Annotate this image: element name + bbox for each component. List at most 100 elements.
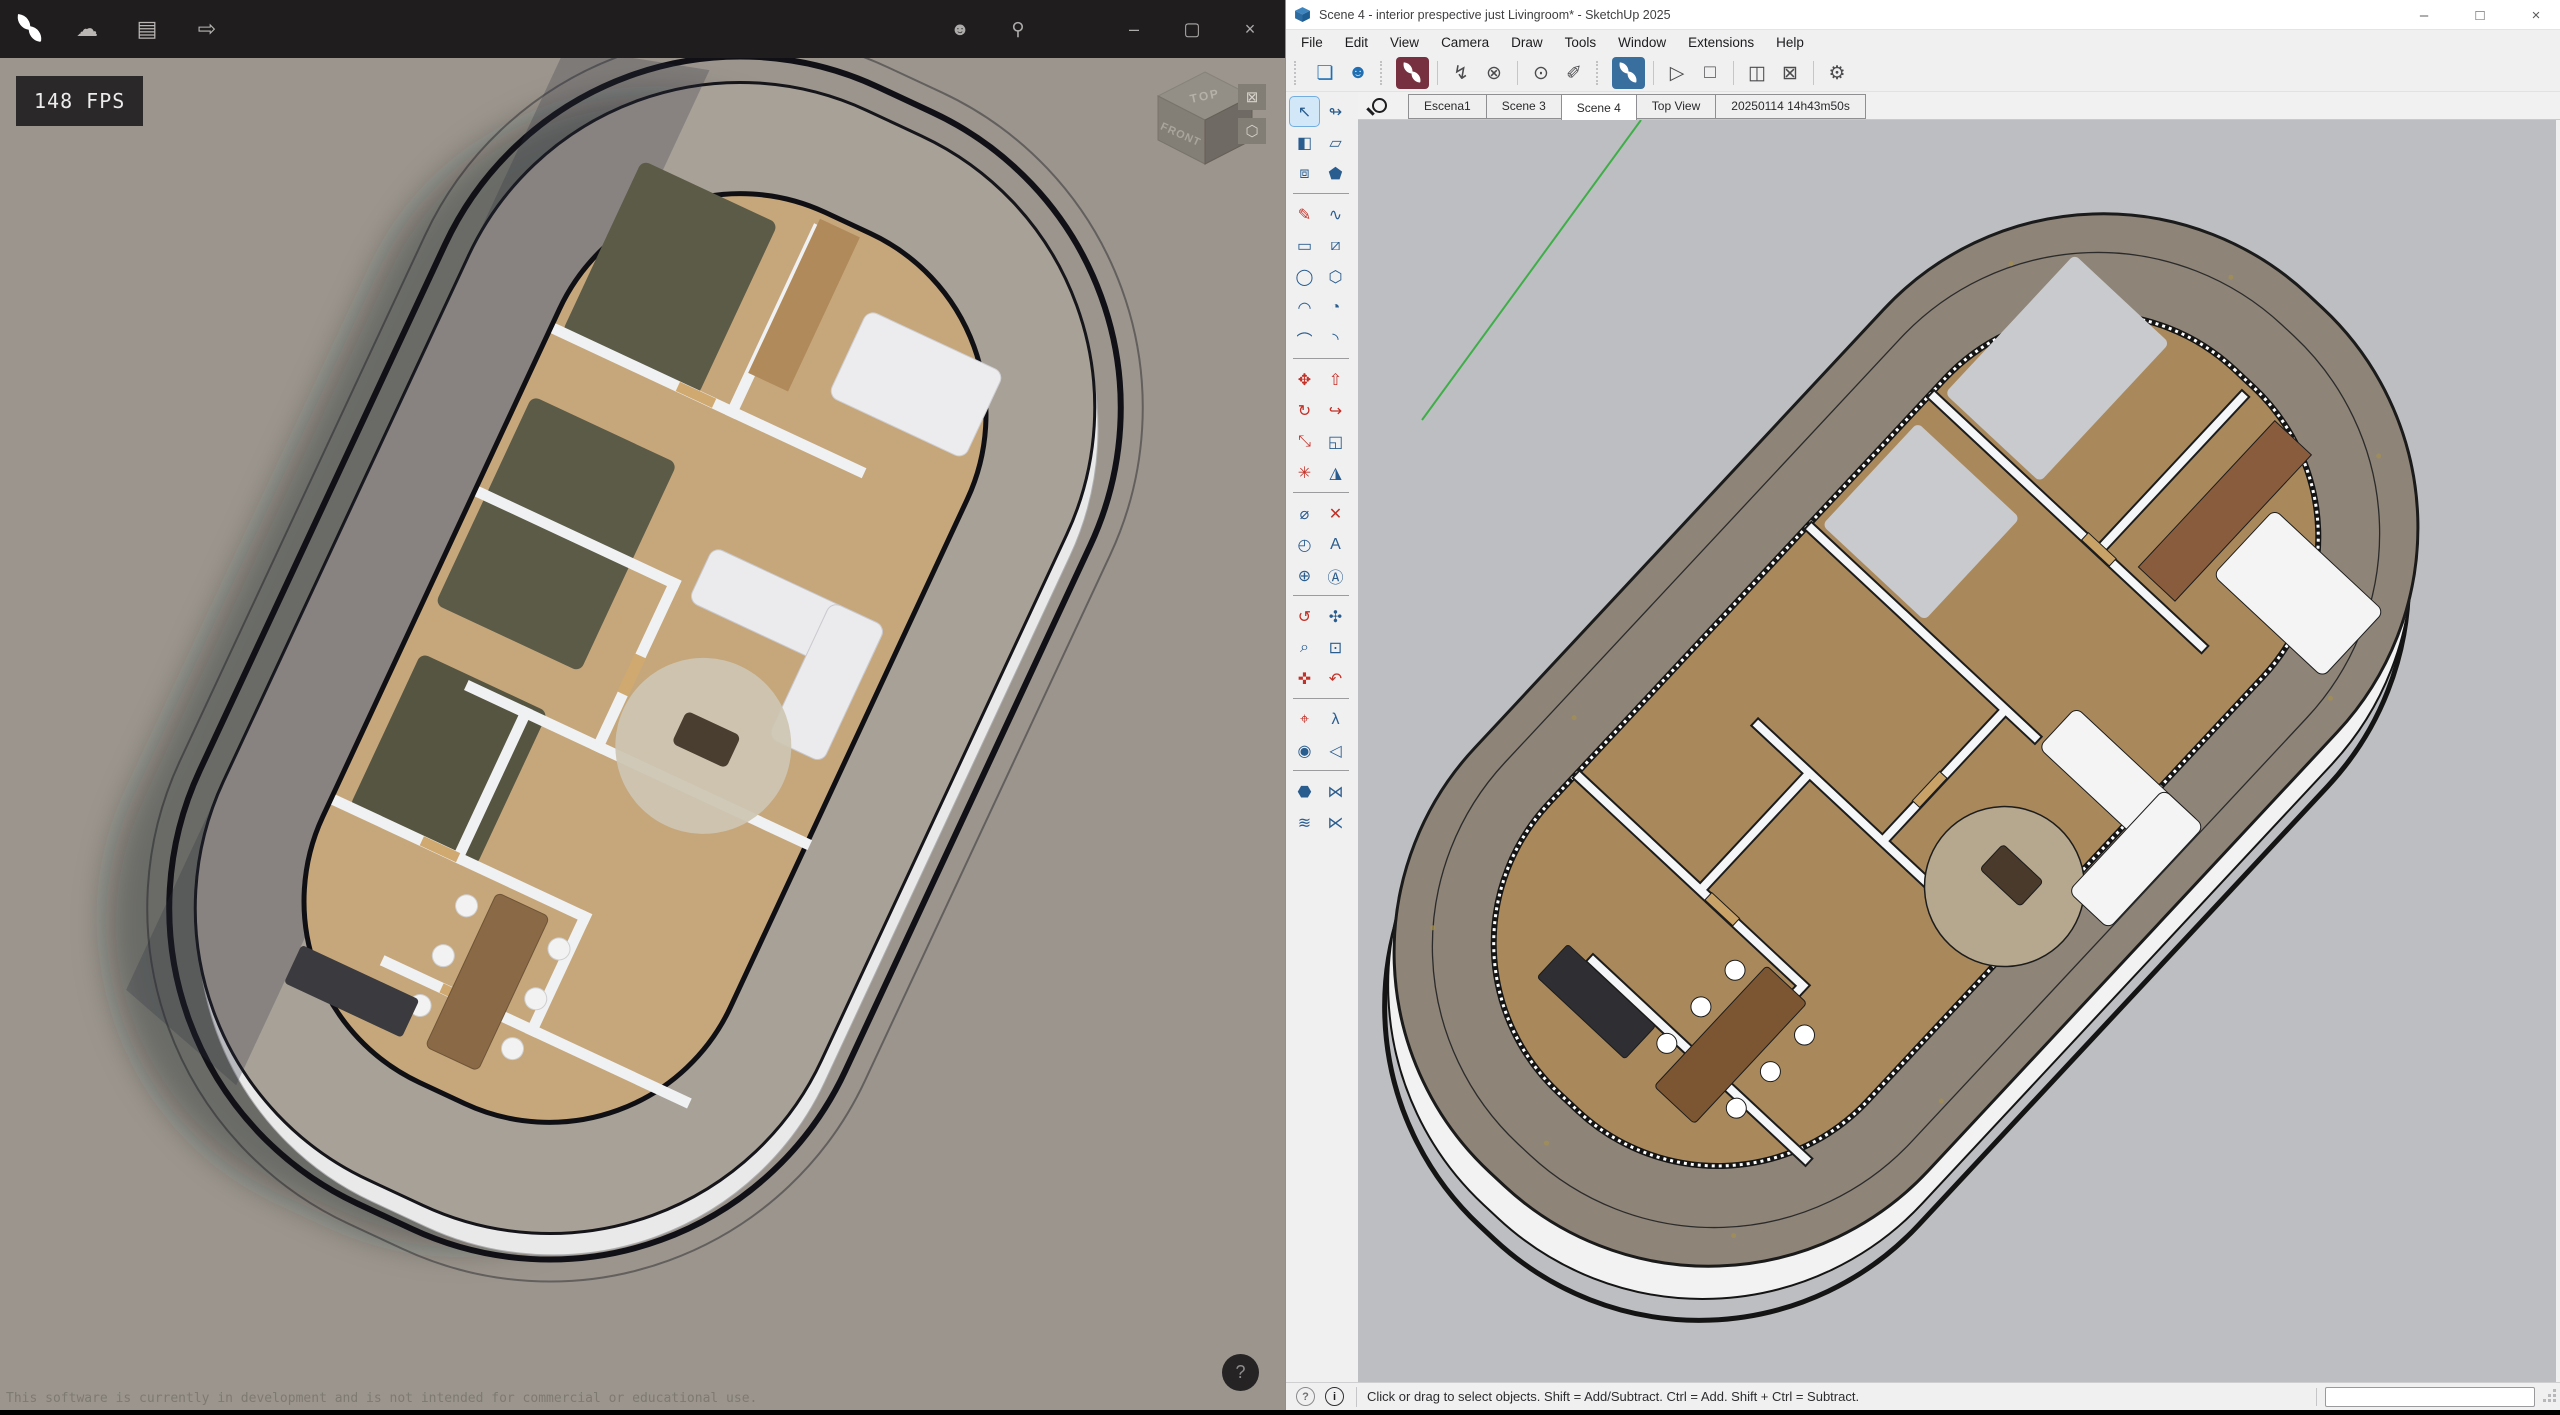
- menu-item[interactable]: View: [1379, 32, 1430, 53]
- polygon-tool[interactable]: ⬡: [1320, 261, 1351, 292]
- render-app-topbar: ☁ ▤ ⇨ ☻ ⚲ –▢ ×: [0, 0, 1285, 58]
- render-plugin-button[interactable]: [1396, 57, 1429, 89]
- image-export-icon[interactable]: ⇨: [190, 12, 224, 46]
- window-title: Scene 4 - interior prespective just Livi…: [1319, 8, 1671, 22]
- remove-camera-button[interactable]: ⊠: [1775, 58, 1805, 88]
- rotate-tool[interactable]: ↻: [1289, 395, 1320, 426]
- zoom-extents-tool[interactable]: ✜: [1289, 663, 1320, 694]
- arc-tool[interactable]: ◠: [1289, 292, 1320, 323]
- flip-tool[interactable]: ◮: [1320, 457, 1351, 488]
- new-document-button[interactable]: ❏: [1310, 58, 1340, 88]
- offset-tool[interactable]: ◱: [1320, 426, 1351, 457]
- mesh-settings-tool[interactable]: ⋉: [1320, 807, 1351, 838]
- minimize-icon[interactable]: –: [1117, 12, 1151, 46]
- weather-icon[interactable]: ☁: [70, 12, 104, 46]
- app-logo-icon[interactable]: [16, 14, 46, 44]
- play-button[interactable]: ▷: [1662, 58, 1692, 88]
- axes-tool[interactable]: ✳: [1289, 457, 1320, 488]
- resize-grip[interactable]: [2543, 1399, 2546, 1402]
- image-adjust-icon[interactable]: ▤: [130, 12, 164, 46]
- isometric-view-button[interactable]: ⬡: [1238, 118, 1266, 144]
- previous-view-tool[interactable]: ↶: [1320, 663, 1351, 694]
- three-d-text-tool[interactable]: Ⓐ: [1320, 560, 1351, 591]
- circle-tool[interactable]: ◯: [1289, 261, 1320, 292]
- add-collaborator-button[interactable]: ☻: [1343, 58, 1373, 88]
- pan-tool[interactable]: ✣: [1320, 601, 1351, 632]
- rendered-floorplan: [0, 58, 1285, 1410]
- rectangle-tool[interactable]: ▭: [1289, 230, 1320, 261]
- layers-export-tool[interactable]: ≋: [1289, 807, 1320, 838]
- scene-tab[interactable]: Scene 4: [1561, 94, 1637, 120]
- look-around-tool[interactable]: ◉: [1289, 735, 1320, 766]
- zoom-window-tool[interactable]: ⊡: [1320, 632, 1351, 663]
- model-viewport[interactable]: [1358, 120, 2557, 1382]
- menu-item[interactable]: Tools: [1554, 32, 1608, 53]
- close-icon[interactable]: ×: [2526, 7, 2546, 24]
- scene-tab[interactable]: Scene 3: [1486, 94, 1562, 119]
- brush-button[interactable]: ✐: [1559, 58, 1589, 88]
- follow-me-tool[interactable]: ↪: [1320, 395, 1351, 426]
- north-arrow-tool[interactable]: ⊕: [1289, 560, 1320, 591]
- search-scenes-icon[interactable]: [1372, 98, 1387, 113]
- pin-icon[interactable]: ⚲: [1001, 12, 1035, 46]
- fps-counter: 148 FPS: [16, 76, 143, 126]
- light-button[interactable]: ⊙: [1526, 58, 1556, 88]
- three-point-arc-tool[interactable]: ◝: [1320, 323, 1351, 354]
- protractor-tool[interactable]: ◴: [1289, 529, 1320, 560]
- measurements-input[interactable]: [2325, 1387, 2535, 1407]
- minimize-icon[interactable]: –: [2414, 7, 2434, 24]
- paint-bucket-tool[interactable]: ◧: [1289, 127, 1320, 158]
- info-icon[interactable]: i: [1325, 1387, 1344, 1406]
- field-of-view-tool[interactable]: ◁: [1320, 735, 1351, 766]
- settings-button[interactable]: ⚙: [1822, 58, 1852, 88]
- stop-button[interactable]: □: [1695, 58, 1725, 88]
- scene-tab[interactable]: Escena1: [1408, 94, 1487, 119]
- component-tool[interactable]: ⧈: [1289, 158, 1320, 189]
- menu-item[interactable]: Window: [1607, 32, 1677, 53]
- lasso-tool[interactable]: ↬: [1320, 96, 1351, 127]
- two-point-arc-tool[interactable]: ⌒: [1289, 323, 1320, 354]
- close-icon[interactable]: ×: [1233, 12, 1267, 46]
- live-sync-button[interactable]: [1612, 57, 1645, 89]
- menu-item[interactable]: Draw: [1500, 32, 1554, 53]
- geolocation-icon[interactable]: ?: [1296, 1387, 1315, 1406]
- help-button[interactable]: ?: [1222, 1354, 1259, 1391]
- menu-item[interactable]: Help: [1765, 32, 1815, 53]
- move-tool[interactable]: ✥: [1289, 364, 1320, 395]
- record-camera-button[interactable]: ◫: [1742, 58, 1772, 88]
- scan-essentials-tool[interactable]: ⬣: [1289, 776, 1320, 807]
- maximize-icon[interactable]: □: [2470, 7, 2490, 24]
- cancel-render-button[interactable]: ⊗: [1479, 58, 1509, 88]
- orbit-tool[interactable]: ↺: [1289, 601, 1320, 632]
- scene-tab[interactable]: 20250114 14h43m50s: [1715, 94, 1866, 119]
- dimension-tool[interactable]: ✕: [1320, 498, 1351, 529]
- flash-render-button[interactable]: ↯: [1446, 58, 1476, 88]
- freehand-tool[interactable]: ∿: [1320, 199, 1351, 230]
- menu-item[interactable]: File: [1290, 32, 1334, 53]
- maximize-icon[interactable]: ▢: [1175, 12, 1209, 46]
- position-camera-tool[interactable]: ⌖: [1289, 704, 1320, 735]
- mesh-simplify-tool[interactable]: ⋈: [1320, 776, 1351, 807]
- rotated-rectangle-tool[interactable]: ⧄: [1320, 230, 1351, 261]
- zoom-tool[interactable]: ⌕: [1289, 632, 1320, 663]
- scale-tool[interactable]: ⤡: [1289, 426, 1320, 457]
- scene-tab[interactable]: Top View: [1636, 94, 1716, 119]
- toolbar-separator: [1813, 61, 1814, 85]
- pie-tool[interactable]: ◔: [1320, 292, 1351, 323]
- development-watermark: This software is currently in developmen…: [6, 1391, 757, 1406]
- menu-item[interactable]: Edit: [1334, 32, 1379, 53]
- text-tool[interactable]: A: [1320, 529, 1351, 560]
- render-viewport[interactable]: [0, 58, 1285, 1410]
- menu-item[interactable]: Extensions: [1677, 32, 1765, 53]
- camera-remove-button[interactable]: ⊠: [1238, 84, 1266, 110]
- tag-tool[interactable]: ⬟: [1320, 158, 1351, 189]
- tape-measure-tool[interactable]: ⌀: [1289, 498, 1320, 529]
- select-tool[interactable]: ↖: [1289, 96, 1320, 127]
- account-icon[interactable]: ☻: [943, 12, 977, 46]
- menu-item[interactable]: Camera: [1430, 32, 1500, 53]
- line-tool[interactable]: ✎: [1289, 199, 1320, 230]
- toolbar-grip: [1380, 61, 1389, 85]
- push-pull-tool[interactable]: ⇧: [1320, 364, 1351, 395]
- walk-tool[interactable]: λ: [1320, 704, 1351, 735]
- eraser-tool[interactable]: ▱: [1320, 127, 1351, 158]
